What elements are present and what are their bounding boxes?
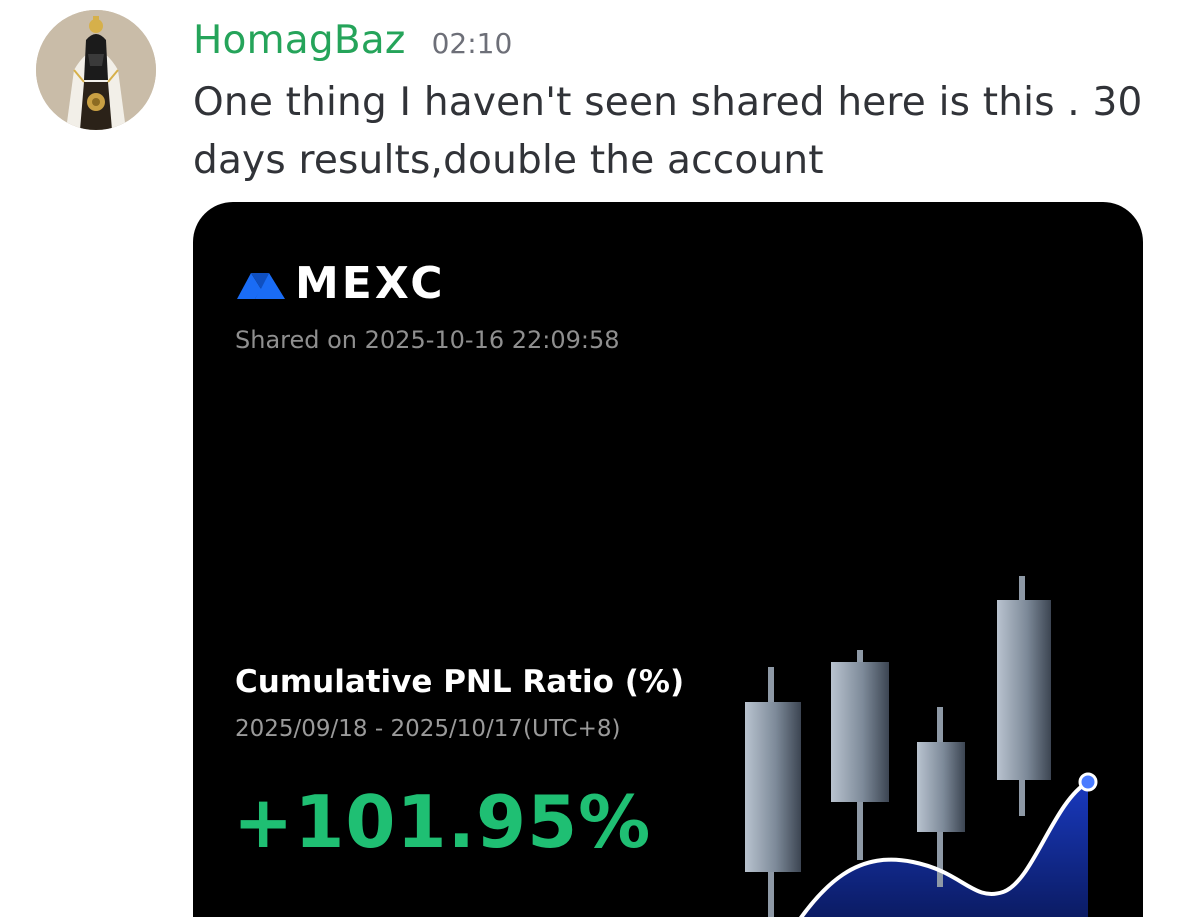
pnl-title: Cumulative PNL Ratio (%) — [235, 664, 685, 700]
candle-2 — [831, 650, 889, 860]
message-text: One thing I haven't seen shared here is … — [193, 80, 1143, 183]
trend-point — [1078, 772, 1098, 792]
candle-3 — [917, 707, 965, 887]
avatar-image — [36, 10, 156, 130]
candle-4 — [997, 576, 1051, 816]
avatar[interactable] — [36, 10, 156, 130]
pnl-date-range: 2025/09/18 - 2025/10/17(UTC+8) — [235, 716, 621, 742]
candle-1 — [745, 667, 801, 917]
username[interactable]: HomagBaz — [193, 18, 406, 63]
image-attachment[interactable]: MEXC Shared on 2025-10-16 22:09:58 Cumul… — [193, 202, 1143, 917]
shared-on-text: Shared on 2025-10-16 22:09:58 — [235, 326, 620, 354]
brand-name: MEXC — [295, 258, 446, 309]
timestamp: 02:10 — [431, 27, 513, 60]
message-header: HomagBaz 02:10 — [193, 18, 512, 63]
candlestick-illustration — [745, 576, 1098, 917]
pnl-value: +101.95% — [233, 780, 652, 864]
mexc-logo-icon — [237, 272, 285, 299]
chat-message: HomagBaz 02:10 One thing I haven't seen … — [0, 0, 1179, 917]
brand-logo: MEXC — [235, 258, 446, 309]
